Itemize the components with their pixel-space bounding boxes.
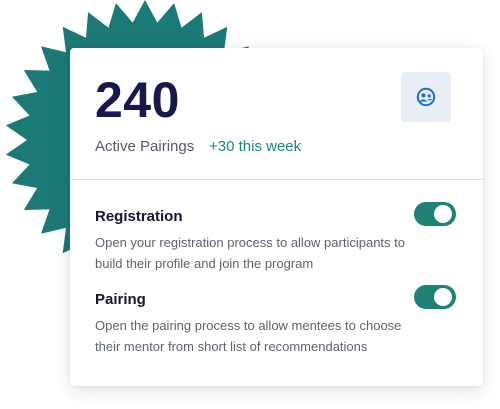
registration-toggle-knob <box>434 205 452 223</box>
stage: 240 Active Pairings +30 this week Regist… <box>0 0 500 409</box>
registration-toggle[interactable] <box>414 202 456 226</box>
pairing-toggle-knob <box>434 288 452 306</box>
pairings-icon-button[interactable] <box>401 72 451 122</box>
registration-title: Registration <box>95 208 183 225</box>
program-status-card: 240 Active Pairings +30 this week Regist… <box>70 48 483 386</box>
pairing-description: Open the pairing process to allow mentee… <box>95 318 402 354</box>
registration-description: Open your registration process to allow … <box>95 235 405 271</box>
pairing-title: Pairing <box>95 291 146 308</box>
people-group-icon <box>416 87 436 107</box>
active-pairings-label: Active Pairings <box>95 138 195 155</box>
active-pairings-count: 240 <box>95 72 180 128</box>
section-divider <box>70 179 483 180</box>
weekly-change-label: +30 this week <box>209 138 302 155</box>
pairing-toggle[interactable] <box>414 285 456 309</box>
